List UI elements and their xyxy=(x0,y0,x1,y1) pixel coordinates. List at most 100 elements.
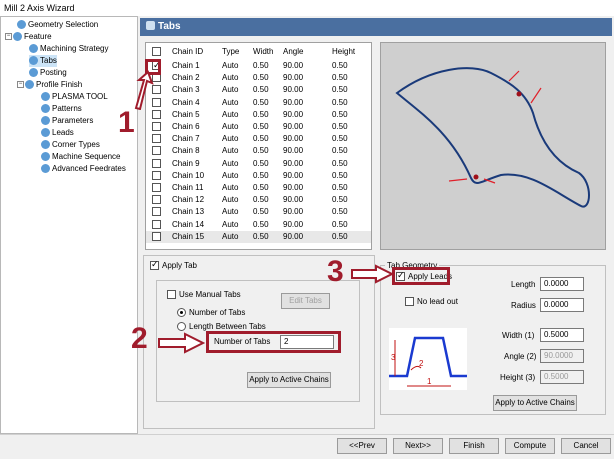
no-lead-out-checkbox[interactable] xyxy=(405,297,414,306)
column-header[interactable]: Type xyxy=(222,46,239,58)
table-row[interactable]: Chain 9 Auto 0.50 90.00 0.50 xyxy=(146,158,371,170)
table-cell: 0.50 xyxy=(332,122,348,131)
tree-item-parameters[interactable]: Parameters xyxy=(41,115,93,127)
chains-table[interactable]: Chain ID Type Width Angle Height Chain 1 Auto 0… xyxy=(145,42,372,250)
tree-item-machining-strategy[interactable]: Machining Strategy xyxy=(29,43,108,55)
tree-item-feature[interactable]: − Feature xyxy=(5,31,52,43)
edit-tabs-button[interactable]: Edit Tabs xyxy=(281,293,330,309)
table-row[interactable]: Chain 13 Auto 0.50 90.00 0.50 xyxy=(146,206,371,218)
tree-item-plasma-tool[interactable]: PLASMA TOOL xyxy=(41,91,108,103)
angle-input[interactable]: 90.0000 xyxy=(540,349,584,363)
height-label: Height (3) xyxy=(500,373,536,382)
table-row[interactable]: Chain 11 Auto 0.50 90.00 0.50 xyxy=(146,182,371,194)
tree-item-label: Machine Sequence xyxy=(52,152,121,161)
next-button[interactable]: Next>> xyxy=(393,438,443,454)
table-row[interactable]: Chain 5 Auto 0.50 90.00 0.50 xyxy=(146,109,371,121)
table-row[interactable]: Chain 3 Auto 0.50 90.00 0.50 xyxy=(146,84,371,96)
apply-tab-checkbox[interactable] xyxy=(150,259,159,270)
table-cell: 0.50 xyxy=(253,134,269,144)
table-cell: Auto xyxy=(222,195,239,205)
table-cell: Auto xyxy=(222,134,239,144)
chain-checkbox[interactable] xyxy=(152,122,161,131)
radius-input[interactable]: 0.0000 xyxy=(540,298,584,312)
length-input[interactable]: 0.0000 xyxy=(540,277,584,291)
select-all-checkbox[interactable] xyxy=(152,47,161,56)
number-of-tabs-radio[interactable] xyxy=(177,308,186,317)
apply-active-chains-right-button[interactable]: Apply to Active Chains xyxy=(493,395,577,411)
tree-item-posting[interactable]: Posting xyxy=(29,67,67,79)
number-of-tabs-radio-label: Number of Tabs xyxy=(189,308,246,317)
geometry-preview xyxy=(380,42,606,250)
compute-button[interactable]: Compute xyxy=(505,438,555,454)
chain-checkbox[interactable] xyxy=(152,195,161,205)
tree-item-tabs[interactable]: Tabs xyxy=(29,55,57,67)
table-row[interactable]: Chain 2 Auto 0.50 90.00 0.50 xyxy=(146,72,371,84)
tree-item-advanced-feedrates[interactable]: Advanced Feedrates xyxy=(41,163,126,175)
width-label: Width (1) xyxy=(502,331,535,340)
annotation-2: 2 xyxy=(131,322,148,355)
table-cell: Chain 2 xyxy=(172,73,200,83)
column-header[interactable]: Chain ID xyxy=(172,46,203,58)
chain-checkbox[interactable] xyxy=(152,183,161,192)
tree-item-label: PLASMA TOOL xyxy=(52,92,108,101)
column-header[interactable]: Angle xyxy=(283,46,303,58)
table-cell: 90.00 xyxy=(283,122,304,131)
tree-item-label: Tabs xyxy=(40,56,57,65)
tree-node-icon xyxy=(13,32,22,42)
tree-item-profile-finish[interactable]: − Profile Finish xyxy=(17,79,82,91)
chain-checkbox[interactable] xyxy=(152,219,161,229)
arrow-3-icon xyxy=(351,264,394,284)
tree-item-label: Patterns xyxy=(52,104,82,113)
table-row[interactable]: Chain 12 Auto 0.50 90.00 0.50 xyxy=(146,194,371,206)
apply-active-chains-left-button[interactable]: Apply to Active Chains xyxy=(247,372,331,388)
chain-checkbox[interactable] xyxy=(152,109,161,119)
length-between-tabs-radio[interactable] xyxy=(177,322,186,331)
tree-item-label: Profile Finish xyxy=(36,80,83,89)
chain-checkbox[interactable] xyxy=(152,231,161,241)
table-cell: Chain 15 xyxy=(172,231,205,241)
table-row[interactable]: Chain 1 Auto 0.50 90.00 0.50 xyxy=(146,59,371,72)
chain-checkbox[interactable] xyxy=(152,207,161,217)
height-marker-label: 3 xyxy=(391,353,396,362)
chain-checkbox[interactable] xyxy=(152,170,161,180)
width-input[interactable]: 0.5000 xyxy=(540,328,584,342)
table-cell: 90.00 xyxy=(283,231,304,241)
height-input[interactable]: 0.5000 xyxy=(540,370,584,384)
table-row[interactable]: Chain 10 Auto 0.50 90.00 0.50 xyxy=(146,170,371,182)
tree-expander-icon[interactable]: − xyxy=(5,33,12,41)
table-row[interactable]: Chain 15 Auto 0.50 90.00 0.50 xyxy=(146,230,371,243)
tree-item-machine-sequence[interactable]: Machine Sequence xyxy=(41,151,121,163)
annotation-1: 1 xyxy=(118,106,135,139)
column-header[interactable]: Width xyxy=(253,46,273,58)
cancel-button[interactable]: Cancel xyxy=(561,438,611,454)
prev-button[interactable]: <<Prev xyxy=(337,438,387,454)
table-cell: 0.50 xyxy=(332,158,348,168)
tree-item-corner-types[interactable]: Corner Types xyxy=(41,139,100,151)
table-row[interactable]: Chain 4 Auto 0.50 90.00 0.50 xyxy=(146,97,371,109)
tree-item-geometry-selection[interactable]: Geometry Selection xyxy=(17,19,98,31)
table-row[interactable]: Chain 7 Auto 0.50 90.00 0.50 xyxy=(146,133,371,145)
finish-button[interactable]: Finish xyxy=(449,438,499,454)
length-label: Length xyxy=(511,280,536,289)
table-cell: Chain 13 xyxy=(172,207,205,217)
table-cell: 0.50 xyxy=(332,73,348,83)
tree-item-label: Geometry Selection xyxy=(28,20,99,29)
use-manual-tabs-checkbox[interactable] xyxy=(167,290,176,299)
arrow-1-icon xyxy=(134,70,154,110)
chain-checkbox[interactable] xyxy=(152,146,161,156)
table-row[interactable]: Chain 6 Auto 0.50 90.00 0.50 xyxy=(146,121,371,133)
tree-item-patterns[interactable]: Patterns xyxy=(41,103,82,115)
column-header[interactable]: Height xyxy=(332,46,355,58)
table-row[interactable]: Chain 14 Auto 0.50 90.00 0.50 xyxy=(146,219,371,231)
radius-label: Radius xyxy=(511,301,536,310)
chain-checkbox[interactable] xyxy=(152,134,161,144)
tree-expander-icon[interactable]: − xyxy=(17,81,24,89)
chain-checkbox[interactable] xyxy=(152,158,161,168)
tree-item-label: Corner Types xyxy=(52,140,100,149)
table-cell: 0.50 xyxy=(253,158,269,168)
table-cell: 0.50 xyxy=(332,207,348,217)
tree-item-leads[interactable]: Leads xyxy=(41,127,74,139)
table-row[interactable]: Chain 8 Auto 0.50 90.00 0.50 xyxy=(146,145,371,157)
feature-tree[interactable]: Geometry Selection − Feature Machining Stra… xyxy=(0,16,138,434)
table-cell: 0.50 xyxy=(253,207,269,217)
